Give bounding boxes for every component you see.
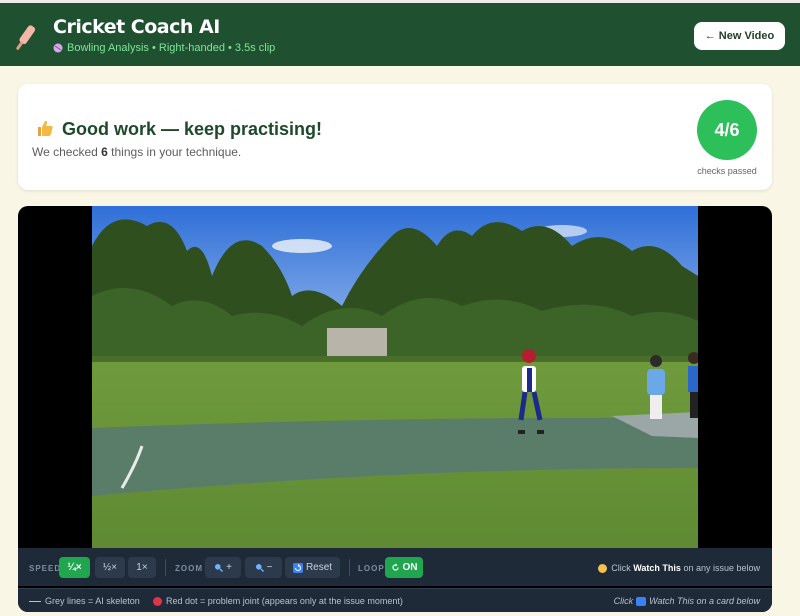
subtitle-text: Bowling Analysis • Right-handed • 3.5s c… [67,42,276,54]
app-title: Cricket Coach AI [53,16,220,38]
speed-full-button[interactable]: 1× [128,557,156,578]
legend-red-dot: Red dot = problem joint (appears only at… [153,596,403,606]
watch-hint: Click Watch This on any issue below [598,563,760,573]
zoom-out-button[interactable]: − [245,557,282,578]
speed-quarter-button[interactable]: ¼× [59,557,90,578]
grey-line-icon [29,600,41,602]
speed-half-button[interactable]: ½× [95,557,125,578]
zoom-label: ZOOM [175,564,203,573]
reset-icon [292,562,303,573]
legend-watch-hint: Click Watch This on a card below [613,596,760,606]
video-player: SPEED ¼× ½× 1× ZOOM + − Reset LOOP ON Cl… [18,206,772,612]
speed-label: SPEED [29,564,62,573]
app-header: Cricket Coach AI Bowling Analysis • Righ… [0,0,800,66]
red-dot-icon [153,596,162,606]
legend-bar: Grey lines = AI skeleton Red dot = probl… [18,588,772,612]
pointing-finger-icon [598,563,608,573]
result-title: Good work — keep practising! [62,119,323,139]
checks-count: 6 [101,145,108,159]
result-description: We checked 6 things in your technique. [32,145,242,159]
cricket-ball-icon [53,43,63,53]
loop-label: LOOP [358,564,385,573]
thumbs-up-icon [38,120,53,136]
cricket-bat-icon [16,25,36,50]
reset-zoom-button[interactable]: Reset [285,557,340,578]
magnifier-icon [255,564,264,572]
video-still [92,206,698,548]
new-video-button[interactable]: ← New Video [694,22,785,50]
video-frame[interactable] [92,206,698,548]
divider [349,559,350,576]
playback-controls: SPEED ¼× ½× 1× ZOOM + − Reset LOOP ON Cl… [18,548,772,586]
video-icon [636,596,647,606]
analysis-subtitle: Bowling Analysis • Right-handed • 3.5s c… [53,42,275,54]
result-summary-card: Good work — keep practising! We checked … [18,84,772,190]
score-label: checks passed [697,166,757,176]
zoom-in-button[interactable]: + [205,557,241,578]
legend-skeleton: Grey lines = AI skeleton [29,596,140,606]
divider [165,559,166,576]
magnifier-icon [215,564,224,572]
score-circle: 4/6 [697,100,757,160]
loop-icon [391,563,399,571]
loop-toggle[interactable]: ON [385,557,423,578]
